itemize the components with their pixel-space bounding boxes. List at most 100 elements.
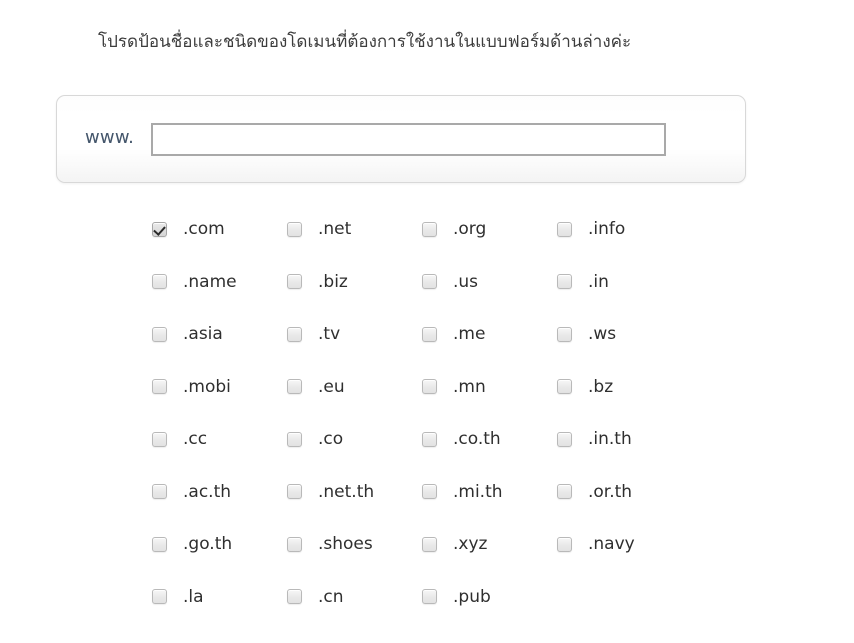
tld-option-us[interactable]: .us [422,268,478,296]
tld-option-label: .biz [318,271,348,292]
tld-option-label: .mn [453,376,486,397]
tld-option-co-th[interactable]: .co.th [422,425,501,453]
checkbox-unchecked-icon[interactable] [557,484,572,499]
checkbox-unchecked-icon[interactable] [287,274,302,289]
checkbox-unchecked-icon[interactable] [557,221,572,237]
tld-option-net-th[interactable]: .net.th [287,478,374,506]
tld-option-navy[interactable]: .navy [557,530,635,558]
tld-option-label: .cc [183,429,208,449]
tld-option-label: .or.th [588,481,633,502]
tld-row: .name .biz .us .in [152,268,752,321]
tld-option-com[interactable]: .com [152,215,225,243]
tld-option-label: .mi.th [453,481,503,502]
checkbox-unchecked-icon[interactable] [422,431,437,447]
tld-option-mobi[interactable]: .mobi [152,373,231,401]
tld-option-label: .org [453,219,487,239]
tld-option-label: .asia [183,324,223,344]
tld-option-me[interactable]: .me [422,320,485,348]
checkbox-unchecked-icon[interactable] [152,431,167,447]
tld-option-label: .mobi [183,376,231,397]
checkbox-unchecked-icon[interactable] [152,484,167,499]
tld-option-in[interactable]: .in [557,268,609,296]
checkbox-unchecked-icon[interactable] [422,536,437,552]
tld-option-label: .pub [453,586,491,607]
tld-option-label: .go.th [183,534,233,554]
checkbox-unchecked-icon[interactable] [287,221,302,237]
tld-row: .cc .co .co.th .in.th [152,425,752,478]
checkbox-unchecked-icon[interactable] [557,536,572,552]
checkbox-unchecked-icon[interactable] [422,221,437,237]
checkbox-unchecked-icon[interactable] [557,326,572,342]
tld-option-eu[interactable]: .eu [287,373,345,401]
tld-option-label: .tv [318,324,341,344]
checkbox-unchecked-icon[interactable] [557,379,572,394]
tld-option-label: .net.th [318,481,375,502]
tld-option-label: .eu [318,376,345,397]
tld-option-label: .info [588,219,626,239]
checkbox-unchecked-icon[interactable] [287,326,302,342]
tld-option-label: .net [318,219,352,239]
tld-option-label: .in [588,271,609,292]
tld-option-tv[interactable]: .tv [287,320,340,348]
checkbox-unchecked-icon[interactable] [557,431,572,447]
checkbox-unchecked-icon[interactable] [152,379,167,394]
tld-row: .com .net .org .info [152,215,752,268]
tld-option-xyz[interactable]: .xyz [422,530,487,558]
tld-option-info[interactable]: .info [557,215,625,243]
tld-option-label: .in.th [588,429,632,449]
checkbox-unchecked-icon[interactable] [152,326,167,342]
tld-option-bz[interactable]: .bz [557,373,613,401]
tld-row: .go.th .shoes .xyz .navy [152,530,752,583]
tld-option-net[interactable]: .net [287,215,351,243]
checkbox-checked-icon[interactable] [152,221,167,237]
tld-row: .la .cn .pub [152,583,752,636]
www-prefix-label: www. [85,127,135,148]
tld-option-cn[interactable]: .cn [287,583,344,611]
checkbox-unchecked-icon[interactable] [422,326,437,342]
tld-option-mn[interactable]: .mn [422,373,486,401]
tld-option-label: .xyz [453,534,488,554]
checkbox-unchecked-icon[interactable] [422,589,437,604]
tld-option-asia[interactable]: .asia [152,320,223,348]
tld-option-pub[interactable]: .pub [422,583,491,611]
checkbox-unchecked-icon[interactable] [422,484,437,499]
checkbox-unchecked-icon[interactable] [557,274,572,289]
tld-option-biz[interactable]: .biz [287,268,348,296]
checkbox-unchecked-icon[interactable] [287,536,302,552]
checkbox-unchecked-icon[interactable] [152,589,167,604]
tld-option-or-th[interactable]: .or.th [557,478,632,506]
checkbox-unchecked-icon[interactable] [422,274,437,289]
tld-option-cc[interactable]: .cc [152,425,207,453]
tld-row: .asia .tv .me .ws [152,320,752,373]
page-title: โปรดป้อนชื่อและชนิดของโดเมนที่ต้องการใช้… [98,32,632,52]
tld-option-in-th[interactable]: .in.th [557,425,632,453]
tld-option-co[interactable]: .co [287,425,343,453]
tld-option-label: .com [183,219,225,239]
checkbox-unchecked-icon[interactable] [287,379,302,394]
tld-option-label: .ws [588,324,617,344]
tld-option-ws[interactable]: .ws [557,320,616,348]
tld-option-org[interactable]: .org [422,215,486,243]
domain-name-input[interactable] [151,123,666,156]
tld-option-mi-th[interactable]: .mi.th [422,478,503,506]
checkbox-unchecked-icon[interactable] [152,536,167,552]
tld-option-label: .bz [588,376,614,397]
tld-option-label: .co.th [453,429,501,449]
checkbox-unchecked-icon[interactable] [152,274,167,289]
tld-option-go-th[interactable]: .go.th [152,530,232,558]
tld-option-name[interactable]: .name [152,268,237,296]
tld-option-label: .shoes [318,534,373,554]
tld-option-ac-th[interactable]: .ac.th [152,478,231,506]
tld-row: .ac.th .net.th .mi.th .or.th [152,478,752,531]
tld-option-label: .me [453,324,486,344]
checkbox-unchecked-icon[interactable] [287,484,302,499]
checkbox-unchecked-icon[interactable] [287,589,302,604]
checkbox-unchecked-icon[interactable] [422,379,437,394]
domain-entry-panel: www. [56,95,746,183]
tld-row: .mobi .eu .mn .bz [152,373,752,426]
tld-option-shoes[interactable]: .shoes [287,530,373,558]
checkbox-unchecked-icon[interactable] [287,431,302,447]
tld-option-label: .ac.th [183,481,232,502]
tld-option-la[interactable]: .la [152,583,204,611]
tld-option-label: .la [183,586,204,607]
